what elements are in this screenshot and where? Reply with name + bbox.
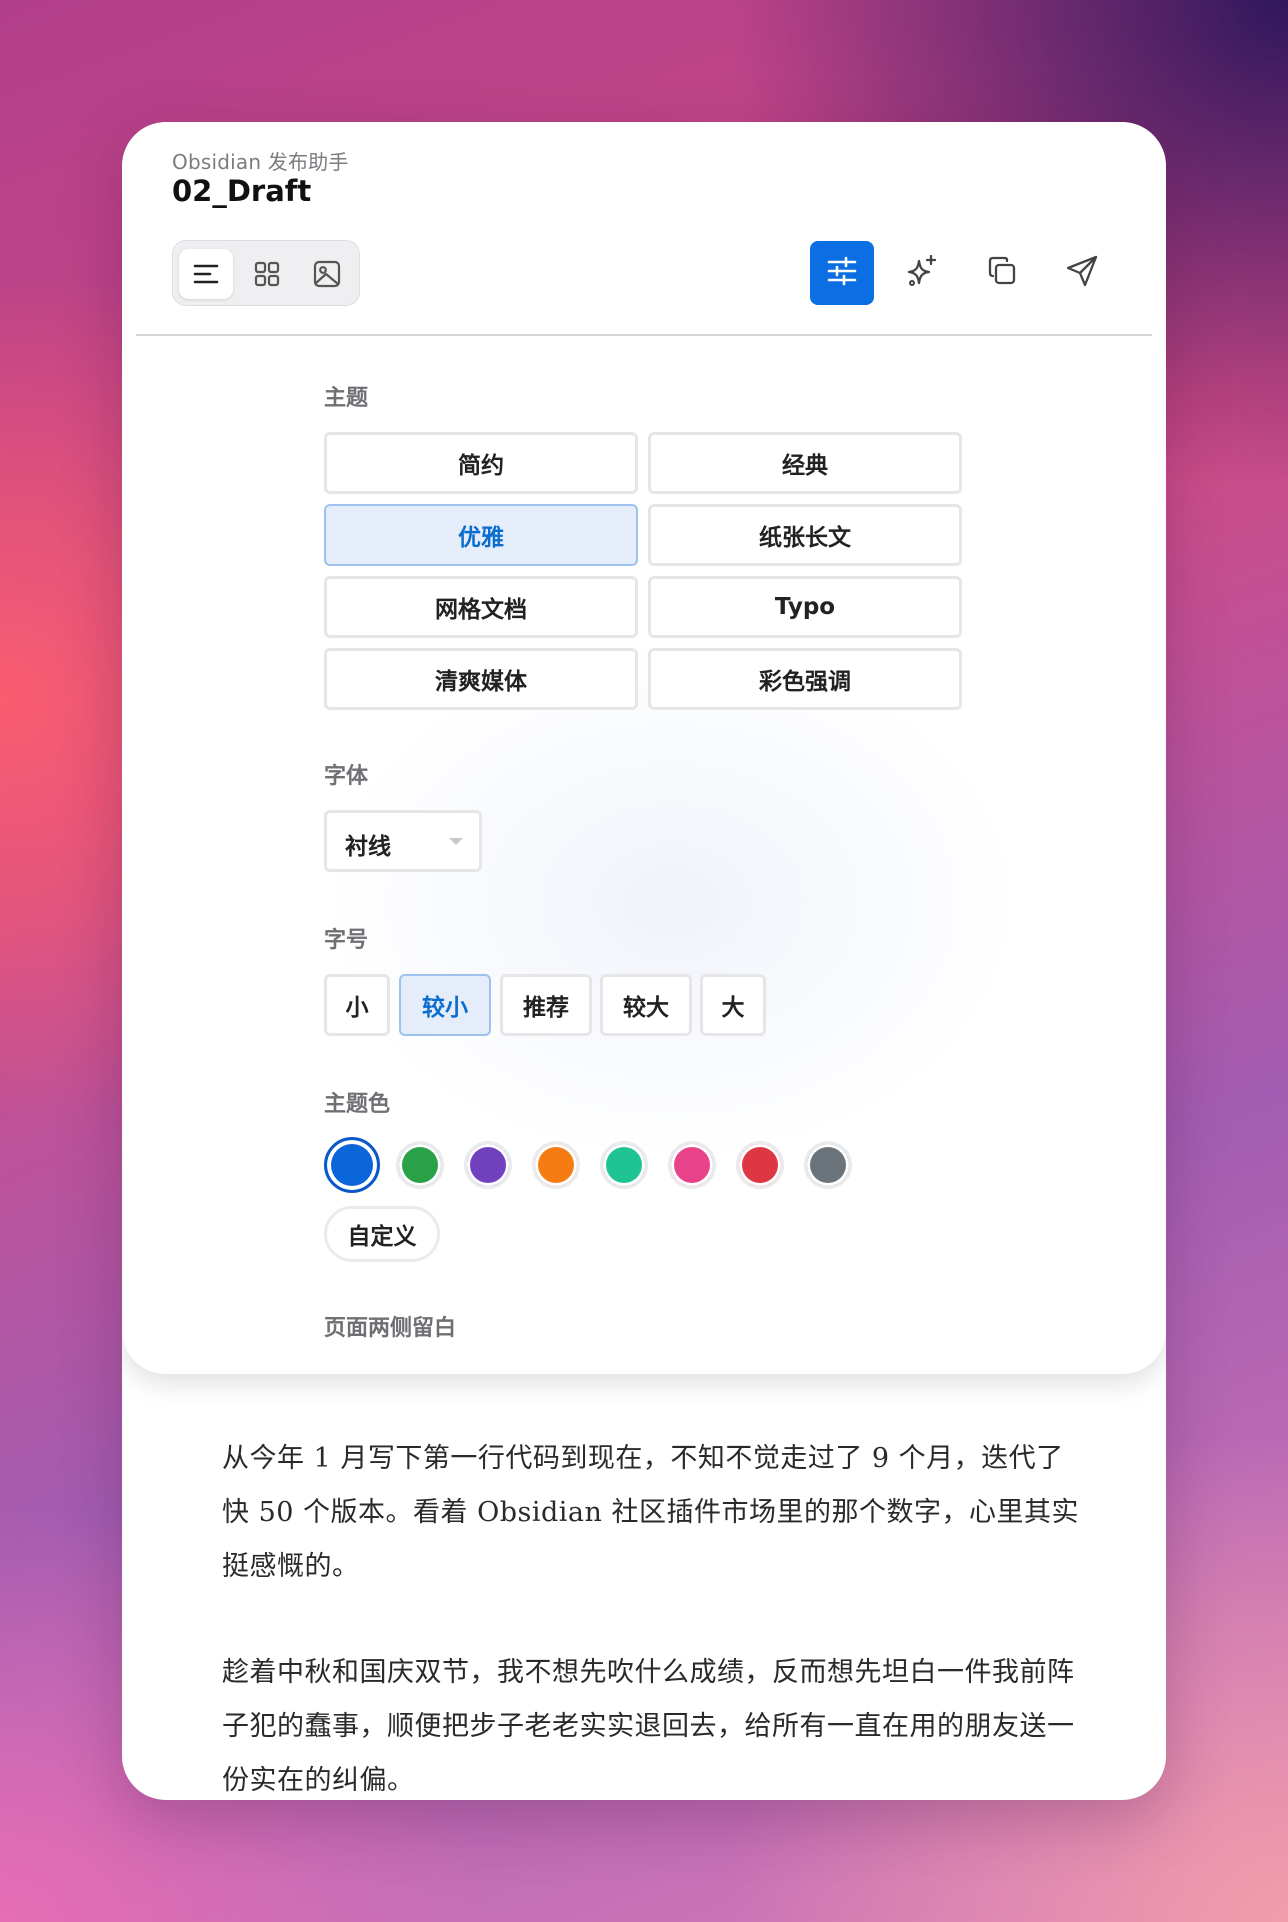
font-select-value: 衬线 xyxy=(345,834,391,860)
color-swatch-red[interactable] xyxy=(736,1141,784,1189)
theme-option-youya[interactable]: 优雅 xyxy=(324,504,638,566)
list-icon xyxy=(192,260,220,288)
page-margin-section-label: 页面两侧留白 xyxy=(324,1316,457,1341)
color-swatch-gray[interactable] xyxy=(804,1141,852,1189)
color-swatch-teal[interactable] xyxy=(600,1141,648,1189)
copy-button[interactable] xyxy=(970,241,1034,305)
article-paragraph: 趁着中秋和国庆双节，我不想先吹什么成绩，反而想先坦白一件我前阵子犯的蠢事，顺便把… xyxy=(222,1657,1075,1796)
color-swatch-pink[interactable] xyxy=(668,1141,716,1189)
theme-option-fresh-media[interactable]: 清爽媒体 xyxy=(324,648,638,710)
theme-option-jianyue[interactable]: 简约 xyxy=(324,432,638,494)
chevron-down-icon xyxy=(449,838,463,845)
image-view-button[interactable] xyxy=(300,249,354,299)
custom-color-button[interactable]: 自定义 xyxy=(324,1206,440,1262)
color-swatch-orange[interactable] xyxy=(532,1141,580,1189)
grid-view-button[interactable] xyxy=(240,249,294,299)
publisher-window: Obsidian 发布助手 02_Draft 主题 简约 经典 优雅 纸张长文 … xyxy=(122,122,1166,1800)
sliders-icon xyxy=(825,254,859,292)
color-swatch-purple[interactable] xyxy=(464,1141,512,1189)
publish-button[interactable] xyxy=(1050,241,1114,305)
font-size-larger[interactable]: 较大 xyxy=(600,974,692,1036)
settings-panel: Obsidian 发布助手 02_Draft 主题 简约 经典 优雅 纸张长文 … xyxy=(122,122,1166,1374)
font-size-smaller[interactable]: 较小 xyxy=(399,974,491,1036)
send-icon xyxy=(1065,254,1099,292)
document-title: 02_Draft xyxy=(172,174,312,208)
article-paragraph: 从今年 1 月写下第一行代码到现在，不知不觉走过了 9 个月，迭代了快 50 个… xyxy=(222,1443,1080,1582)
header-divider xyxy=(136,334,1152,336)
font-size-recommended[interactable]: 推荐 xyxy=(500,974,592,1036)
font-size-small[interactable]: 小 xyxy=(324,974,390,1036)
view-switcher xyxy=(172,240,360,306)
font-select[interactable]: 衬线 xyxy=(324,810,482,872)
list-view-button[interactable] xyxy=(179,249,233,299)
theme-color-section-label: 主题色 xyxy=(324,1092,391,1117)
color-swatch-blue[interactable] xyxy=(324,1137,380,1193)
font-section-label: 字体 xyxy=(324,764,369,789)
sparkles-icon xyxy=(904,253,940,293)
theme-option-jingdian[interactable]: 经典 xyxy=(648,432,962,494)
theme-option-paper-longform[interactable]: 纸张长文 xyxy=(648,504,962,566)
grid-icon xyxy=(253,260,281,288)
color-swatch-green[interactable] xyxy=(396,1141,444,1189)
style-settings-button[interactable] xyxy=(810,241,874,305)
app-name: Obsidian 发布助手 xyxy=(172,150,349,174)
ai-assist-button[interactable] xyxy=(890,241,954,305)
image-icon xyxy=(312,259,342,289)
font-size-section-label: 字号 xyxy=(324,928,369,953)
theme-option-color-accent[interactable]: 彩色强调 xyxy=(648,648,962,710)
copy-icon xyxy=(985,254,1019,292)
theme-section-label: 主题 xyxy=(324,386,369,411)
theme-option-typo[interactable]: Typo xyxy=(648,576,962,638)
theme-option-grid-doc[interactable]: 网格文档 xyxy=(324,576,638,638)
font-size-large[interactable]: 大 xyxy=(700,974,766,1036)
